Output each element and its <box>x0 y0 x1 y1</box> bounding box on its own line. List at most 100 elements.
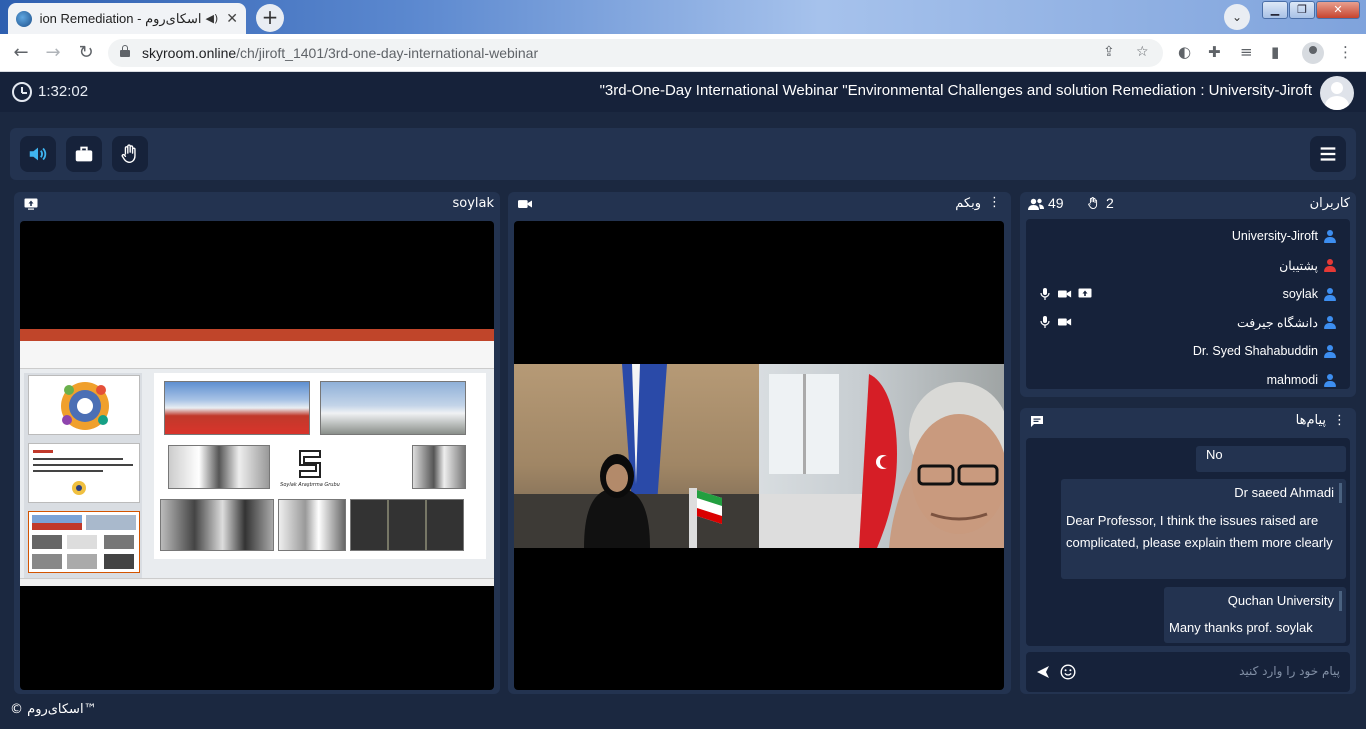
video-camera-icon <box>518 200 532 208</box>
bookmark-star-icon[interactable]: ☆ <box>1136 44 1149 60</box>
screen-share-panel: soylak Soylak Araştırma Grubu <box>14 192 500 694</box>
user-row[interactable]: mahmodi <box>1026 367 1350 395</box>
back-arrow-icon[interactable]: ← <box>10 42 32 63</box>
screen-share-header: soylak <box>14 192 500 216</box>
ppt-status-bar <box>20 578 494 586</box>
tab-search-button[interactable]: ⌄ <box>1224 4 1250 30</box>
chat-message-sender: Quchan University <box>1227 593 1334 608</box>
lock-icon[interactable] <box>120 45 130 57</box>
briefcase-icon <box>75 146 93 162</box>
user-name: دانشگاه جیرفت <box>1236 316 1318 330</box>
browser-toolbar: ← → ↻ skyroom.online/ch/jiroft_1401/3rd-… <box>0 34 1366 72</box>
user-icon <box>1324 316 1336 330</box>
screen-share-title: soylak <box>452 196 494 211</box>
microphone-icon <box>1040 316 1050 328</box>
extensions-puzzle-icon[interactable]: ✚ <box>1208 43 1221 61</box>
tab-close-icon[interactable]: ✕ <box>226 11 238 27</box>
photo-mountain <box>320 381 466 435</box>
send-icon[interactable] <box>1036 665 1050 679</box>
photo-group <box>160 499 274 551</box>
close-window-button[interactable]: ✕ <box>1316 1 1360 19</box>
share-icon[interactable]: ⇪ <box>1103 44 1115 60</box>
chat-input[interactable]: پیام خود را وارد کنید <box>1026 652 1350 692</box>
footer-brand: © اسکای‌روم™ <box>10 702 97 717</box>
reload-icon[interactable]: ↻ <box>75 42 97 63</box>
control-bar <box>10 128 1356 180</box>
url-text: skyroom.online/ch/jiroft_1401/3rd-one-da… <box>142 45 538 61</box>
webcam-title: وبکم <box>955 196 981 211</box>
camera-icon <box>1058 290 1072 298</box>
screen-share-stage: Soylak Araştırma Grubu <box>20 221 494 690</box>
chat-title: پیام‌ها <box>1295 413 1326 428</box>
photo-lab <box>278 499 346 551</box>
speaker-icon <box>29 147 47 161</box>
chat-message-text: complicated, please explain them more cl… <box>1066 535 1333 550</box>
slide-thumbnails <box>24 373 142 578</box>
maximize-button[interactable]: ❐ <box>1289 1 1315 19</box>
photo-team <box>412 445 466 489</box>
user-row[interactable]: soylak <box>1026 281 1350 309</box>
chat-message-text: No <box>1206 447 1223 462</box>
speaker-button[interactable] <box>20 136 56 172</box>
microphone-icon <box>1040 288 1050 300</box>
forward-arrow-icon[interactable]: → <box>42 42 64 63</box>
webcam-stage <box>514 221 1004 690</box>
online-users-count: 49 <box>1048 195 1064 211</box>
chat-more-icon[interactable]: ⋮ <box>1333 413 1346 428</box>
browser-titlebar: اسکای‌روم - Solution Remediation ◀) ✕ + … <box>0 0 1366 34</box>
user-icon-red <box>1324 259 1336 273</box>
user-name: mahmodi <box>1266 373 1318 387</box>
screen-share-icon[interactable] <box>24 198 38 210</box>
slide-thumbnail <box>28 375 140 435</box>
raise-hand-button[interactable] <box>112 136 148 172</box>
user-row[interactable]: Dr. Syed Shahabuddin <box>1026 338 1350 366</box>
menu-icon <box>1320 147 1336 161</box>
user-icon <box>1324 374 1336 388</box>
chat-header: پیام‌ها ⋮ <box>1020 408 1356 432</box>
minimize-button[interactable]: ▁ <box>1262 1 1288 19</box>
media-control-icon[interactable]: ≡ <box>1240 43 1253 61</box>
session-timer: 1:32:02 <box>38 83 89 100</box>
webcam-more-icon[interactable]: ⋮ <box>988 195 1001 210</box>
tab-title: اسکای‌روم - Solution Remediation <box>40 10 202 26</box>
menu-button[interactable] <box>1310 136 1346 172</box>
more-vert-icon[interactable]: ⋮ <box>1338 43 1353 61</box>
users-list: University-Jiroft پشتیبان soylak دانشگاه… <box>1026 219 1350 389</box>
chat-message-text: Dear Professor, I think the issues raise… <box>1066 513 1319 528</box>
address-bar[interactable]: skyroom.online/ch/jiroft_1401/3rd-one-da… <box>108 39 1163 67</box>
url-path: /ch/jiroft_1401/3rd-one-day-internationa… <box>236 45 539 61</box>
slide-thumbnail <box>28 443 140 503</box>
emoji-icon[interactable] <box>1060 664 1076 680</box>
svg-text:Soylak Araştırma Grubu: Soylak Araştırma Grubu <box>280 482 340 488</box>
ppt-title-bar <box>20 329 494 341</box>
tab-audio-icon[interactable]: ◀) <box>206 12 219 25</box>
user-name: پشتیبان <box>1279 259 1318 273</box>
user-row[interactable]: دانشگاه جیرفت <box>1026 309 1350 337</box>
user-avatar[interactable] <box>1320 76 1354 110</box>
photo-video-call <box>350 499 464 551</box>
user-row[interactable]: پشتیبان <box>1026 252 1350 280</box>
user-icon <box>1324 288 1336 302</box>
webcam-video <box>514 364 1004 548</box>
chat-message: Dr saeed Ahmadi Dear Professor, I think … <box>1061 479 1346 579</box>
user-name: University-Jiroft <box>1231 229 1318 243</box>
extension-blocker-icon[interactable]: ◐ <box>1178 43 1191 61</box>
soylak-logo-icon: Soylak Araştırma Grubu <box>280 450 340 488</box>
circle-diagram-icon <box>61 382 109 430</box>
chat-input-placeholder: پیام خود را وارد کنید <box>1239 664 1340 678</box>
chat-message-text: Many thanks prof. soylak <box>1169 620 1313 635</box>
share-content-button[interactable] <box>66 136 102 172</box>
new-tab-button[interactable]: + <box>256 4 284 32</box>
photo-mountain-flag <box>164 381 310 435</box>
presentation-slide: Soylak Araştırma Grubu <box>20 329 494 586</box>
chat-message: No <box>1196 446 1346 472</box>
presenter-right-video <box>759 374 1004 548</box>
profile-avatar-icon[interactable] <box>1302 42 1324 64</box>
webcam-header: وبکم ⋮ <box>508 192 1011 216</box>
user-row[interactable]: University-Jiroft <box>1026 223 1350 251</box>
chat-panel: پیام‌ها ⋮ No Dr saeed Ahmadi Dear Profes… <box>1020 408 1356 694</box>
browser-tab[interactable]: اسکای‌روم - Solution Remediation ◀) ✕ <box>8 3 246 34</box>
side-panel-icon[interactable]: ▮ <box>1271 43 1279 61</box>
chat-messages: No Dr saeed Ahmadi Dear Professor, I thi… <box>1026 438 1350 646</box>
room-header: 1:32:02 "3rd-One-Day International Webin… <box>0 72 1366 112</box>
